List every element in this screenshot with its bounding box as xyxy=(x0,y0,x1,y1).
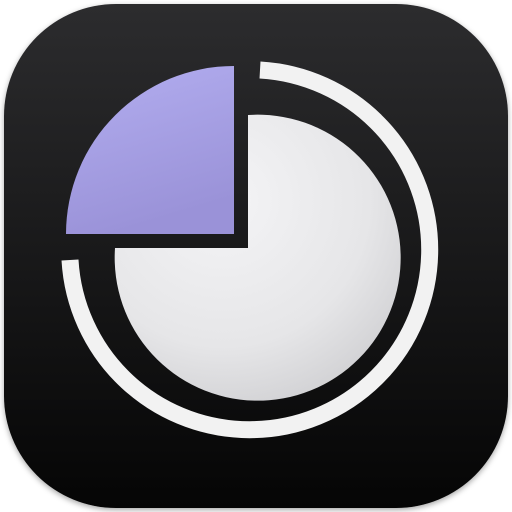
pie-chart-app-icon[interactable] xyxy=(4,4,508,508)
pie-chart-icon xyxy=(4,4,508,508)
icon-canvas xyxy=(0,0,512,512)
